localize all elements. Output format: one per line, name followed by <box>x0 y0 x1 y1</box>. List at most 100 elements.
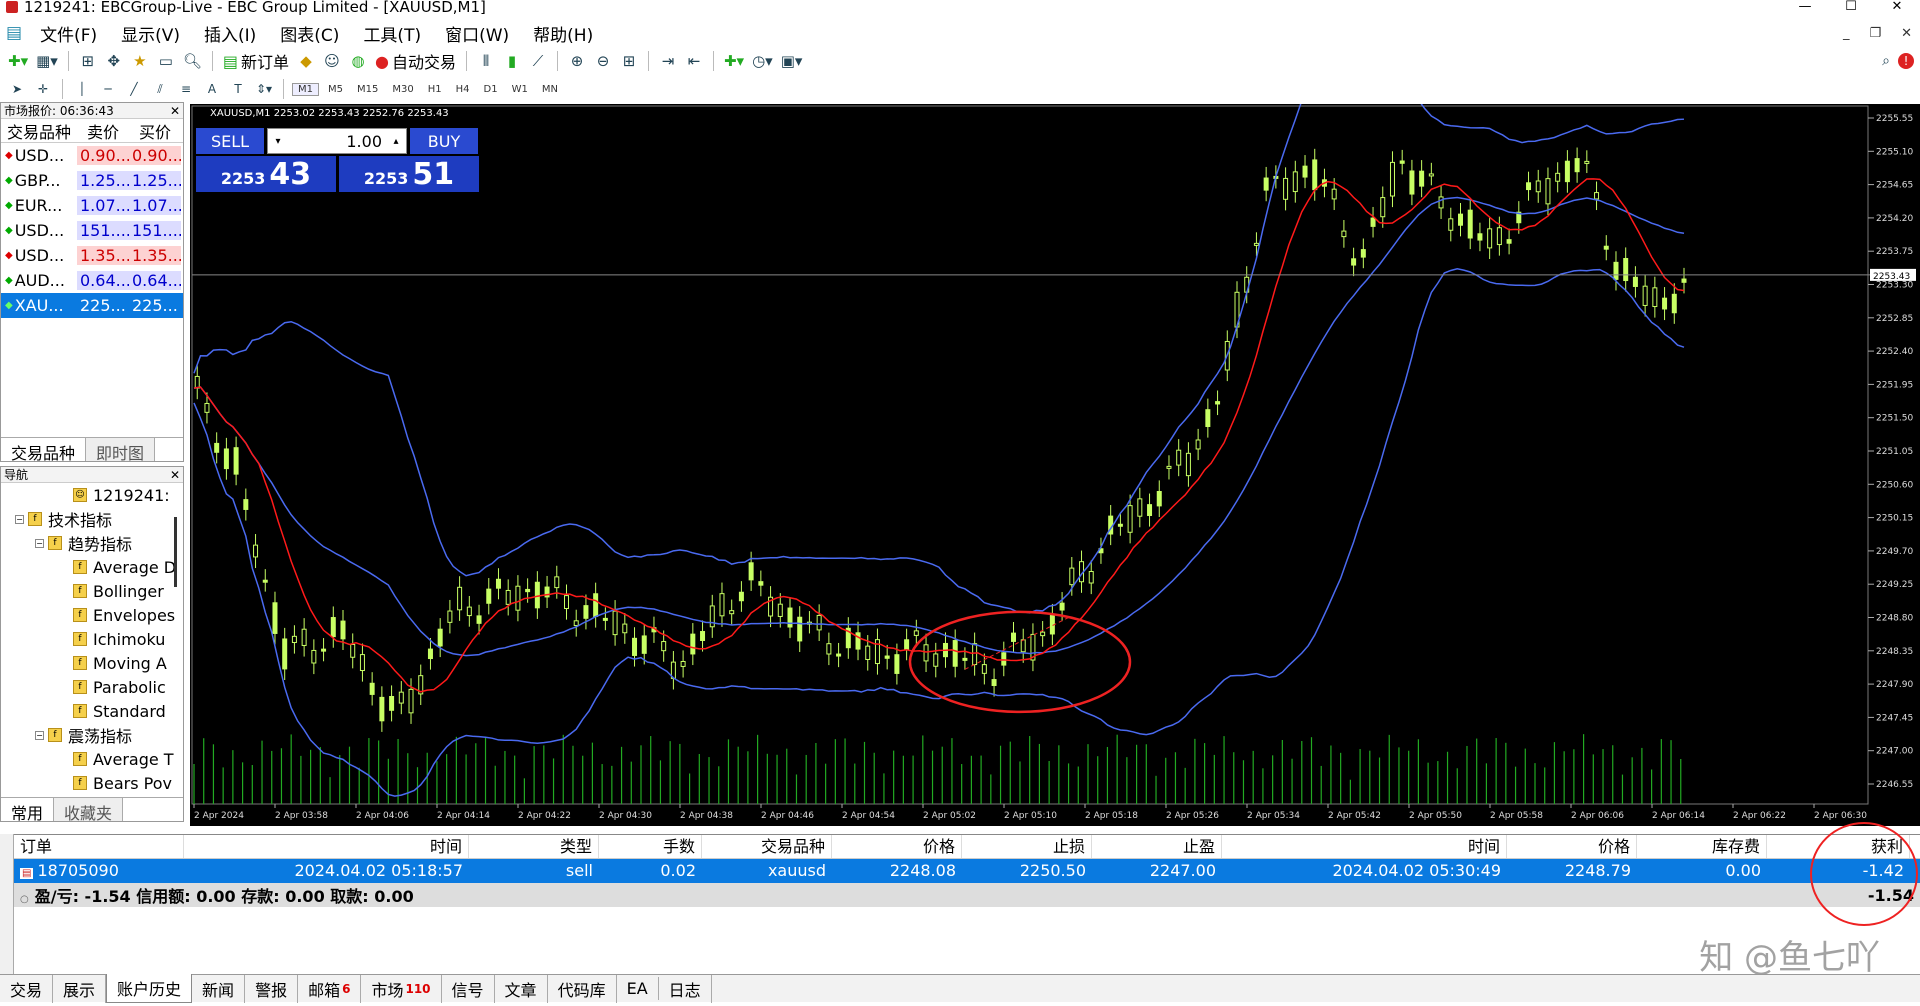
scrollbar[interactable] <box>174 517 177 587</box>
channel-icon[interactable]: ⫽ <box>149 78 171 100</box>
timeframe-mn[interactable]: MN <box>537 84 563 95</box>
list-item-selected[interactable]: ◆ XAU... 225... 225... <box>1 293 183 318</box>
tab-exposure[interactable]: 展示 <box>53 974 107 1003</box>
list-item[interactable]: f Parabolic <box>1 675 183 699</box>
price-chart[interactable]: 2255.55 2255.10 2254.65 2254.20 2253.75 2253.… <box>190 104 1920 826</box>
vertical-line-icon[interactable]: │ <box>71 78 93 100</box>
collapse-icon[interactable]: − <box>35 730 44 740</box>
metaeditor-icon[interactable]: ◆ <box>295 50 317 72</box>
text-label-icon[interactable]: T <box>227 78 249 100</box>
tab-articles[interactable]: 文章 <box>495 974 548 1003</box>
notification-icon[interactable]: ! <box>1898 53 1914 69</box>
timeframe-m15[interactable]: M15 <box>352 84 383 95</box>
tab-account-history[interactable]: 账户历史 <box>106 974 193 1003</box>
nav-tech-indicators[interactable]: − f 技术指标 <box>1 507 183 531</box>
line-chart-icon[interactable]: ⟋ <box>527 50 549 72</box>
maximize-button[interactable]: ☐ <box>1828 0 1874 14</box>
tab-market[interactable]: 市场 110 <box>361 974 442 1003</box>
list-item[interactable]: ◆ GBP... 1.25... 1.25... <box>1 168 183 193</box>
zoom-in-icon[interactable]: ⊕ <box>566 50 588 72</box>
menu-file[interactable]: 文件(F) <box>28 21 109 46</box>
terminal-icon[interactable]: ▭ <box>155 50 177 72</box>
collapse-icon[interactable]: − <box>35 538 44 548</box>
trendline-icon[interactable]: ╱ <box>123 78 145 100</box>
list-item[interactable]: f Ichimoku <box>1 627 183 651</box>
header-order[interactable]: 订单 <box>14 835 184 858</box>
crosshair-icon[interactable]: ✛ <box>32 78 54 100</box>
tab-tick-chart[interactable]: 即时图 <box>86 438 156 463</box>
timeframe-h4[interactable]: H4 <box>451 84 475 95</box>
menu-charts[interactable]: 图表(C) <box>268 21 351 46</box>
menu-tools[interactable]: 工具(T) <box>351 21 433 46</box>
zoom-out-icon[interactable]: ⊖ <box>592 50 614 72</box>
close-button[interactable]: ✕ <box>1874 0 1920 14</box>
tab-trade[interactable]: 交易 <box>0 974 54 1003</box>
header-close-time[interactable]: 时间 <box>1222 835 1507 858</box>
header-stop-loss[interactable]: 止损 <box>962 835 1092 858</box>
list-item[interactable]: ◆ USD... 151.... 151.... <box>1 218 183 243</box>
list-item[interactable]: f Average D <box>1 555 183 579</box>
fibonacci-icon[interactable]: ≡ <box>175 78 197 100</box>
close-icon[interactable]: ✕ <box>170 103 180 119</box>
menu-window[interactable]: 窗口(W) <box>433 21 521 46</box>
horizontal-line-icon[interactable]: ─ <box>97 78 119 100</box>
header-type[interactable]: 类型 <box>469 835 599 858</box>
child-close-button[interactable]: ✕ <box>1901 26 1912 41</box>
nav-account[interactable]: ☺ 1219241: <box>1 483 183 507</box>
tab-signals[interactable]: 信号 <box>442 974 495 1003</box>
menu-app-icon[interactable]: ▤ <box>0 23 28 43</box>
timeframe-m30[interactable]: M30 <box>387 84 418 95</box>
cursor-icon[interactable]: ➤ <box>6 78 28 100</box>
text-icon[interactable]: A <box>201 78 223 100</box>
indicators-icon[interactable]: ✚▾ <box>722 50 746 72</box>
vps-icon[interactable]: ◍ <box>347 50 369 72</box>
tab-news[interactable]: 新闻 <box>192 974 246 1003</box>
list-item[interactable]: f Bollinger <box>1 579 183 603</box>
sell-button[interactable]: SELL <box>196 128 264 154</box>
chart-canvas[interactable]: 2255.55 2255.10 2254.65 2254.20 2253.75 2253.… <box>190 104 1920 826</box>
header-close-price[interactable]: 价格 <box>1507 835 1637 858</box>
header-open-time[interactable]: 时间 <box>184 835 469 858</box>
tab-alerts[interactable]: 警报 <box>245 974 299 1003</box>
tab-code-base[interactable]: 代码库 <box>548 974 617 1003</box>
tab-mailbox[interactable]: 邮箱 6 <box>298 974 362 1003</box>
list-item[interactable]: f Envelopes <box>1 603 183 627</box>
decrease-icon[interactable]: ▾ <box>268 136 288 147</box>
header-swap[interactable]: 库存费 <box>1637 835 1767 858</box>
tab-experts[interactable]: EA <box>617 977 659 1000</box>
timeframe-m5[interactable]: M5 <box>323 84 348 95</box>
tab-journal[interactable]: 日志 <box>659 974 712 1003</box>
data-window-icon[interactable]: ✥ <box>103 50 125 72</box>
strategy-tester-icon[interactable]: 🔍︎ <box>181 50 204 72</box>
list-item[interactable]: ◆ USD... 1.35... 1.35... <box>1 243 183 268</box>
new-chart-icon[interactable]: ✚▾ <box>6 50 30 72</box>
table-row[interactable]: ▤ 18705090 2024.04.02 05:18:57 sell 0.02 … <box>14 859 1920 883</box>
buy-button[interactable]: BUY <box>410 128 478 154</box>
search-icon[interactable]: ⌕ <box>1882 53 1890 69</box>
collapse-icon[interactable]: − <box>15 514 24 524</box>
navigator-icon[interactable]: ★ <box>129 50 151 72</box>
child-minimize-button[interactable]: _ <box>1843 26 1850 41</box>
header-take-profit[interactable]: 止盈 <box>1092 835 1222 858</box>
lot-size-input[interactable] <box>288 131 386 151</box>
nav-oscillators[interactable]: − f 震荡指标 <box>1 723 183 747</box>
menu-view[interactable]: 显示(V) <box>109 21 192 46</box>
market-watch-icon[interactable]: ⊞ <box>77 50 99 72</box>
candlestick-icon[interactable]: ▮ <box>501 50 523 72</box>
col-symbol[interactable]: 交易品种 <box>1 119 77 143</box>
child-restore-button[interactable]: ❐ <box>1869 26 1881 41</box>
tab-common[interactable]: 常用 <box>1 798 55 821</box>
timeframe-m1[interactable]: M1 <box>292 82 319 96</box>
bar-chart-icon[interactable]: ⫴ <box>475 50 497 72</box>
header-symbol[interactable]: 交易品种 <box>702 835 832 858</box>
close-icon[interactable]: ✕ <box>170 467 180 483</box>
timeframe-h1[interactable]: H1 <box>423 84 447 95</box>
menu-insert[interactable]: 插入(I) <box>192 21 268 46</box>
tab-symbols[interactable]: 交易品种 <box>1 438 87 463</box>
new-order-button[interactable]: ▤ 新订单 <box>221 50 291 73</box>
auto-scroll-icon[interactable]: ⇥ <box>657 50 679 72</box>
timeframe-w1[interactable]: W1 <box>507 84 533 95</box>
list-item[interactable]: f Bears Pov <box>1 771 183 795</box>
list-item[interactable]: f Standard <box>1 699 183 723</box>
periods-icon[interactable]: ◷▾ <box>750 50 775 72</box>
